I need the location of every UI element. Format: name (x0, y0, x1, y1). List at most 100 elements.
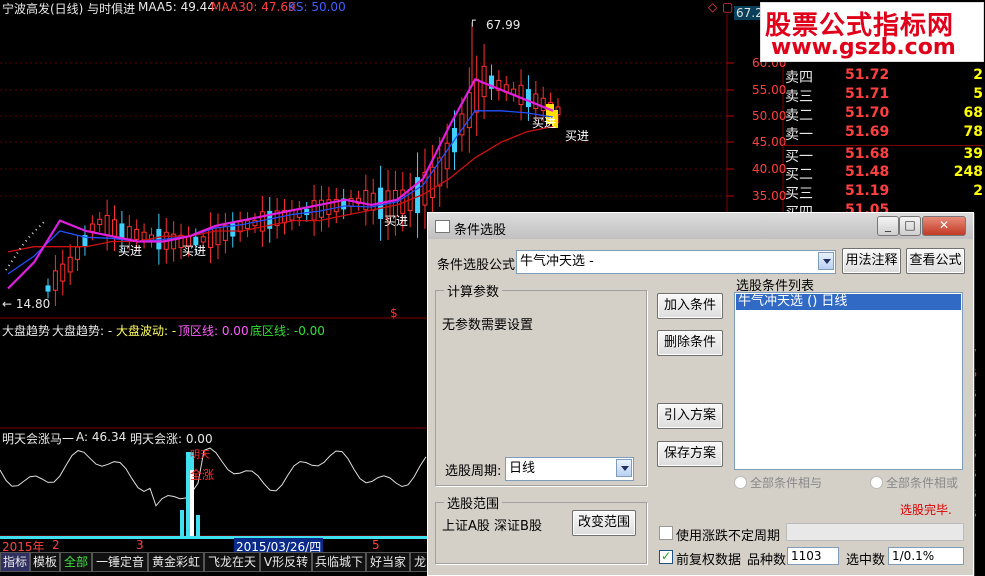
limit-progress (786, 523, 964, 541)
order-row: 买二 51.48 248 (785, 164, 983, 183)
minimize-icon[interactable]: _ (877, 216, 899, 236)
count-field: 1103 (787, 547, 839, 565)
view-formula-button[interactable]: 查看公式 (906, 248, 965, 274)
candle (533, 93, 539, 110)
close-icon[interactable]: ✕ (922, 216, 966, 236)
limit-checkbox[interactable] (659, 526, 673, 540)
candle (67, 256, 73, 273)
dialog-titlebar[interactable]: 条件选股 _ □ ✕ (428, 213, 973, 239)
hit-label: 选中数 (846, 553, 886, 568)
time-m2: 2 (52, 538, 60, 552)
order-row: 卖四 51.72 2 (785, 67, 983, 86)
price-axis-label: 50.00 (752, 109, 787, 123)
tab-vxing[interactable]: V形反转 (260, 552, 312, 572)
candle (141, 231, 147, 241)
indicator1-a: 大盘趋势: - (52, 324, 113, 338)
formula-select[interactable]: 牛气冲天选 - (516, 250, 836, 274)
range-group-title: 选股范围 (444, 493, 503, 512)
limit-label: 使用涨跌不定周期 (676, 529, 781, 544)
usage-button[interactable]: 用法注释 (842, 248, 901, 274)
formula-value: 牛气冲天选 - (520, 254, 594, 269)
tab-feilong[interactable]: 飞龙在天 (204, 552, 260, 572)
indicator2-mark2: 全涨 (190, 468, 215, 482)
chevron-down-icon[interactable] (616, 459, 632, 477)
order-book: 卖四 51.72 2 卖三 51.71 5 卖二 51.70 68 卖一 51.69 78 买一… (783, 55, 985, 221)
candle (237, 221, 243, 233)
candle (525, 89, 531, 108)
change-range-button[interactable]: 改变范围 (572, 510, 636, 536)
fq-checkbox[interactable]: ✓ (659, 550, 673, 564)
indicator1-name[interactable]: 大盘趋势 (2, 322, 50, 339)
count-label: 品种数 (747, 553, 787, 568)
ks-label: KS: 50.00 (288, 0, 346, 14)
candle (474, 78, 480, 113)
buy-signal: 买进 (384, 214, 409, 228)
candle (466, 92, 472, 129)
price-axis-label: 35.00 (752, 189, 787, 203)
tab-all[interactable]: 全部 (60, 552, 92, 572)
time-m3: 3 (136, 538, 144, 552)
period-value: 日线 (509, 461, 536, 476)
candle (311, 200, 317, 221)
order-row: 卖一 51.69 78 (785, 124, 983, 143)
buy-signal: 买进 (565, 129, 590, 143)
period-label: 选股周期: (445, 464, 502, 479)
sell-mark: $ (390, 306, 398, 320)
tab-huangjin[interactable]: 黄金彩虹 (148, 552, 204, 572)
price-axis-label: 55.00 (752, 83, 787, 97)
tab-indicator[interactable]: 指标 (0, 552, 30, 572)
candle (119, 223, 125, 240)
buy-signal: 买进 (532, 116, 557, 130)
watermark-logo: 股票公式指标网 www.gszb.com (760, 2, 984, 62)
indicator1-d: 底区线: -0.00 (250, 324, 325, 338)
bottom-tabs: 指标 模板 全部 一锤定音 黄金彩虹 飞龙在天 V形反转 兵临城下 好当家 龙 (0, 552, 430, 572)
candle (45, 285, 51, 292)
diamond-icon[interactable]: ◇ (708, 0, 717, 14)
stock-screener-dialog: 条件选股 _ □ ✕ 条件选股公式 牛气冲天选 - 用法注释 查看公式 计算参数… (427, 212, 974, 576)
save-plan-button[interactable]: 保存方案 (657, 441, 723, 467)
radio-and-label: 全部条件相与 (750, 476, 823, 490)
tab-template[interactable]: 模板 (30, 552, 60, 572)
indicator2-name[interactable]: 明天会涨马一 (2, 430, 74, 447)
ma5-label: MAA5: 49.44 (138, 0, 215, 14)
indicator2-b: 明天会涨: 0.00 (130, 432, 213, 446)
radio-and[interactable] (734, 476, 747, 489)
order-row: 卖二 51.70 68 (785, 105, 983, 124)
indicator2-a: A: 46.34 (76, 430, 127, 444)
candle (89, 223, 95, 233)
high-label: 67.99 (486, 18, 521, 32)
add-condition-button[interactable]: 加入条件 (657, 293, 723, 319)
high-mark: ┌ (469, 14, 476, 27)
chevron-down-icon[interactable] (818, 252, 834, 270)
params-text: 无参数需要设置 (442, 318, 534, 333)
candle (518, 84, 524, 106)
range-text: 上证A股 深证B股 (442, 519, 542, 534)
buy-signal: 买进 (182, 244, 207, 258)
expand-icon[interactable]: ▢ (722, 0, 733, 14)
candle (97, 218, 103, 226)
condition-list[interactable]: 牛气冲天选 () 日线 (734, 292, 963, 470)
candle (134, 228, 140, 240)
tab-haodangjia[interactable]: 好当家 (366, 552, 410, 572)
dialog-title: 条件选股 (454, 223, 507, 238)
ma30-label: MAA30: 47.69 (211, 0, 296, 14)
price-axis-label: 40.00 (752, 162, 787, 176)
tab-yichui[interactable]: 一锤定音 (92, 552, 148, 572)
maximize-icon[interactable]: □ (899, 216, 921, 236)
hit-field: 1/0.1% (888, 547, 964, 565)
delete-condition-button[interactable]: 删除条件 (657, 330, 723, 356)
condition-item[interactable]: 牛气冲天选 () 日线 (736, 294, 961, 310)
candle (370, 192, 376, 211)
candle (75, 246, 81, 260)
tab-binglin[interactable]: 兵临城下 (312, 552, 366, 572)
candle (52, 270, 58, 291)
buy-signal: 买进 (118, 244, 143, 258)
radio-or[interactable] (870, 476, 883, 489)
candle (245, 220, 251, 229)
period-select[interactable]: 日线 (505, 457, 634, 481)
candle (112, 219, 118, 238)
status-text: 选股完毕. (900, 503, 952, 517)
candle (444, 142, 450, 170)
indicator1-c: 顶区线: 0.00 (178, 324, 249, 338)
import-plan-button[interactable]: 引入方案 (657, 403, 723, 429)
